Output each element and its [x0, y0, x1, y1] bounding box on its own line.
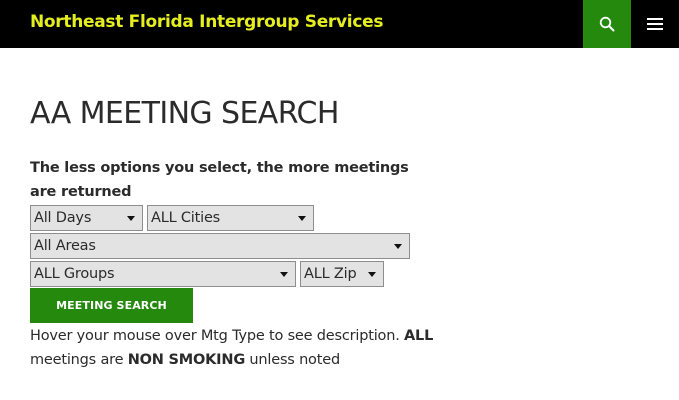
groups-select-value: ALL Groups [34, 266, 115, 282]
hamburger-menu-icon [647, 18, 663, 30]
days-select-value: All Days [34, 210, 92, 226]
meeting-search-button[interactable]: MEETING SEARCH [30, 288, 193, 323]
areas-select-value: All Areas [34, 238, 96, 254]
note-text-3: unless noted [245, 352, 340, 368]
meeting-note: Hover your mouse over Mtg Type to see de… [30, 324, 440, 372]
dropdown-arrow-icon [298, 216, 306, 221]
days-select[interactable]: All Days [30, 205, 143, 231]
dropdown-arrow-icon [280, 272, 288, 277]
cities-select[interactable]: ALL Cities [147, 205, 314, 231]
dropdown-arrow-icon [368, 272, 376, 277]
note-non-smoking-emphasis: NON SMOKING [127, 352, 246, 368]
site-header: Northeast Florida Intergroup Services [0, 0, 679, 48]
areas-select[interactable]: All Areas [30, 233, 410, 259]
dropdown-arrow-icon [127, 216, 135, 221]
search-instructions: The less options you select, the more me… [30, 160, 409, 200]
menu-toggle-button[interactable] [631, 0, 679, 48]
note-text-1: Hover your mouse over Mtg Type to see de… [30, 328, 405, 344]
page-title: AA MEETING SEARCH [30, 96, 339, 131]
site-title-link[interactable]: Northeast Florida Intergroup Services [30, 12, 383, 32]
note-all-emphasis: ALL [404, 328, 434, 344]
dropdown-arrow-icon [394, 244, 402, 249]
zip-select-value: ALL Zip [304, 266, 357, 282]
search-icon [599, 16, 615, 32]
search-toggle-button[interactable] [583, 0, 631, 48]
note-text-2: meetings are [30, 352, 128, 368]
cities-select-value: ALL Cities [151, 210, 221, 226]
zip-select[interactable]: ALL Zip [300, 261, 384, 287]
groups-select[interactable]: ALL Groups [30, 261, 296, 287]
